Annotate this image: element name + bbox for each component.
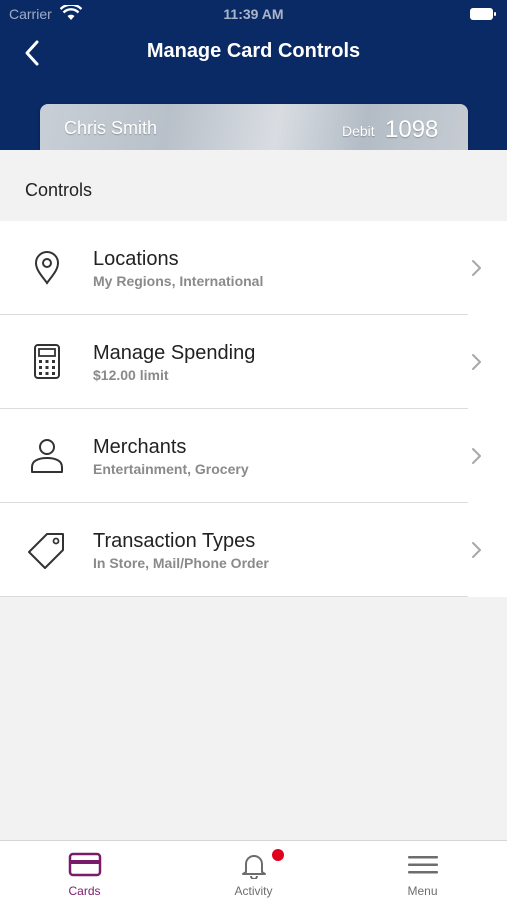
- row-divider: [0, 596, 468, 597]
- control-title: Locations: [93, 248, 179, 270]
- chevron-right-icon: [472, 542, 481, 558]
- control-subtitle: My Regions, International: [93, 273, 264, 289]
- tab-bar: Cards Activity Menu: [0, 840, 507, 900]
- control-subtitle: Entertainment, Grocery: [93, 461, 249, 477]
- control-item-manage-spending[interactable]: Manage Spending $12.00 limit: [0, 315, 507, 409]
- person-icon: [31, 439, 63, 473]
- page-title: Manage Card Controls: [146, 40, 361, 62]
- card-last-digits: 1098: [385, 116, 439, 143]
- status-time: 11:39 AM: [223, 6, 284, 22]
- tab-activity[interactable]: Activity: [169, 841, 338, 900]
- control-subtitle: In Store, Mail/Phone Order: [93, 555, 269, 571]
- cardholder-name: Chris Smith: [64, 118, 158, 138]
- control-list: Locations My Regions, International Mana…: [0, 221, 507, 597]
- section-label: Controls: [25, 180, 93, 200]
- debit-card[interactable]: Chris Smith Debit 1098: [40, 104, 468, 150]
- tab-label: Cards: [68, 884, 101, 898]
- header: Carrier 11:39 AM Manage Card Controls Ch…: [0, 0, 507, 150]
- card-icon: [68, 852, 101, 877]
- tab-menu[interactable]: Menu: [338, 841, 507, 900]
- tag-icon: [28, 533, 64, 569]
- tab-cards[interactable]: Cards: [0, 841, 169, 900]
- battery-icon: [470, 8, 496, 20]
- location-pin-icon: [34, 251, 60, 285]
- chevron-right-icon: [472, 354, 481, 370]
- control-subtitle: $12.00 limit: [93, 367, 169, 383]
- control-title: Merchants: [93, 436, 187, 458]
- hamburger-menu-icon: [407, 856, 438, 874]
- chevron-right-icon: [472, 448, 481, 464]
- bell-icon: [241, 855, 266, 879]
- control-item-locations[interactable]: Locations My Regions, International: [0, 221, 507, 315]
- notification-badge: [272, 849, 284, 861]
- chevron-right-icon: [472, 260, 481, 276]
- tab-label: Activity: [234, 884, 273, 898]
- control-item-merchants[interactable]: Merchants Entertainment, Grocery: [0, 409, 507, 503]
- tab-label: Menu: [407, 884, 438, 898]
- control-title: Manage Spending: [93, 342, 256, 364]
- control-item-transaction-types[interactable]: Transaction Types In Store, Mail/Phone O…: [0, 503, 507, 597]
- control-title: Transaction Types: [93, 530, 256, 552]
- status-bar: Carrier 11:39 AM: [0, 0, 507, 28]
- card-type: Debit: [342, 123, 375, 139]
- calculator-icon: [34, 344, 60, 379]
